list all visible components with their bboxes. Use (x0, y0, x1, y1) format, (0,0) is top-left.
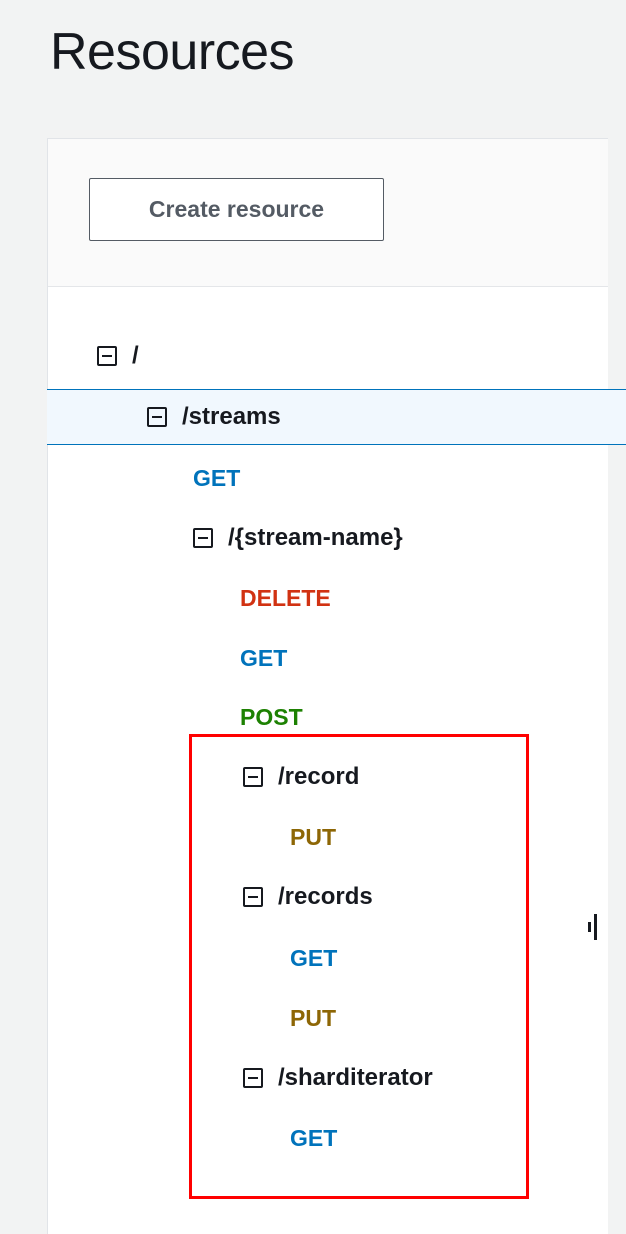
tree-item-stream-name[interactable]: /{stream-name} (0, 518, 626, 558)
method-label: GET (193, 464, 241, 491)
resource-path: /streams (182, 403, 281, 430)
method-label: DELETE (240, 584, 331, 611)
tree-item-root[interactable]: / (0, 336, 626, 376)
collapse-square-icon[interactable] (147, 407, 167, 427)
method-label: GET (240, 644, 288, 671)
resource-path: /{stream-name} (228, 524, 403, 551)
method-label: POST (240, 703, 303, 730)
page: Resources Create resource / /streams GET… (0, 0, 626, 1234)
grip-bar (588, 922, 591, 932)
method-item-stream-name-delete[interactable]: DELETE (0, 578, 626, 618)
method-item-stream-name-post[interactable]: POST (0, 697, 626, 737)
panel-header: Create resource (48, 139, 608, 287)
page-title: Resources (50, 23, 295, 81)
grip-bar (594, 914, 597, 940)
collapse-square-icon[interactable] (97, 346, 117, 366)
method-item-streams-get[interactable]: GET (0, 458, 626, 498)
method-item-stream-name-get[interactable]: GET (0, 638, 626, 678)
collapse-square-icon[interactable] (193, 528, 213, 548)
create-resource-button[interactable]: Create resource (89, 178, 384, 241)
resize-handle[interactable] (588, 913, 598, 941)
highlight-box (189, 734, 529, 1199)
tree-item-streams[interactable]: /streams (47, 389, 626, 445)
resource-path: / (132, 342, 139, 369)
